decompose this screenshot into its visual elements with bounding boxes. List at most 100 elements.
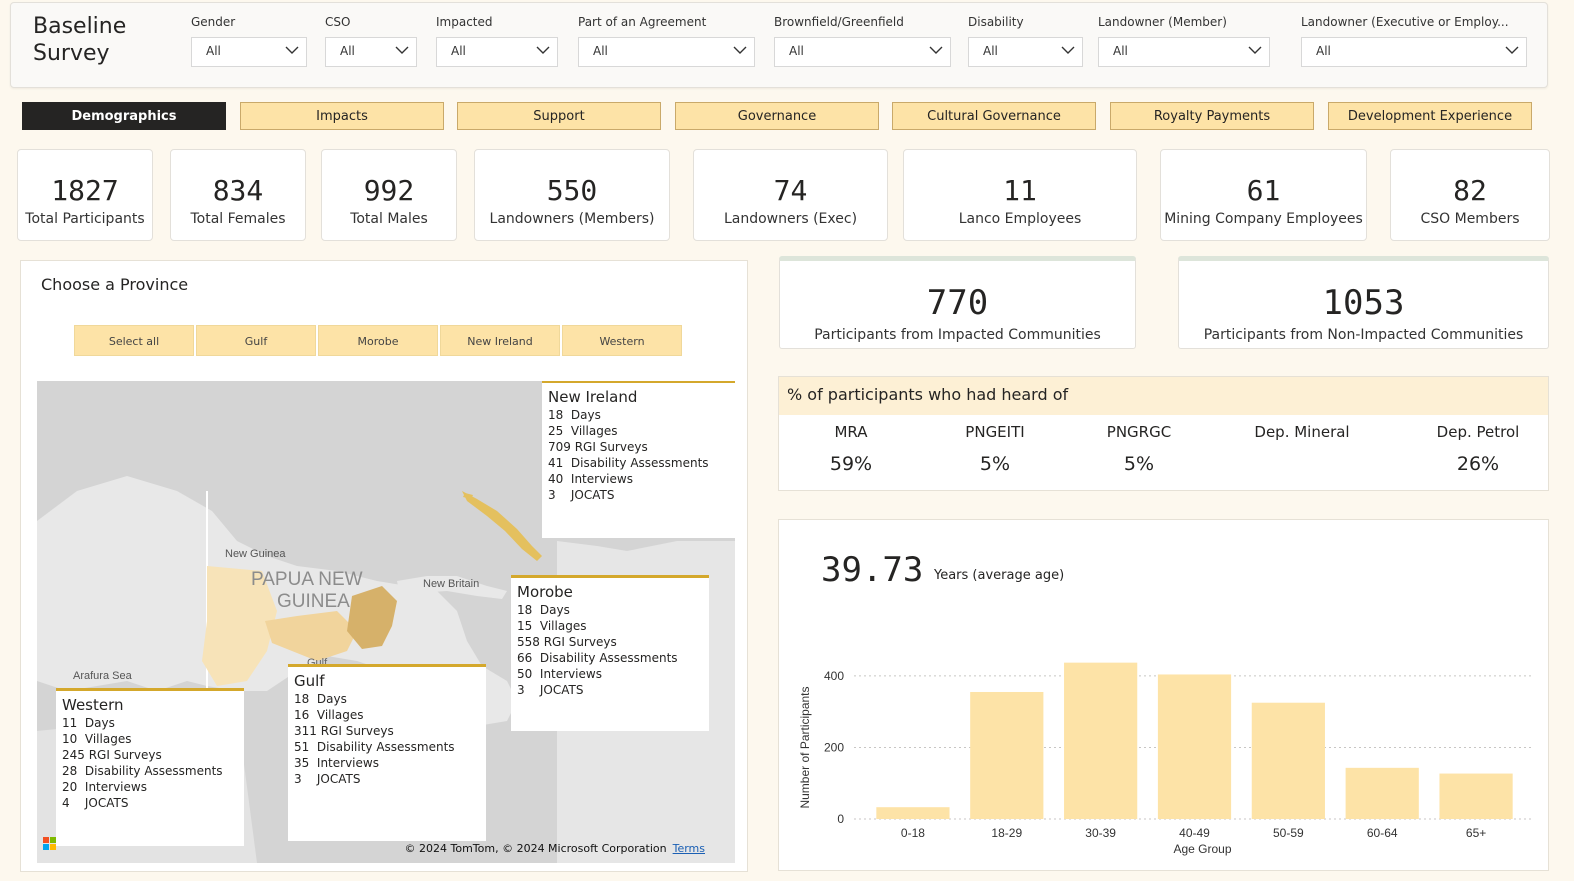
callout-title: Western [62, 696, 124, 714]
map-label-new-guinea: New Guinea [225, 548, 286, 560]
chevron-down-icon [929, 46, 943, 54]
heard-of-pct: 5% [979, 453, 1011, 475]
heard-of-dep-mineral: Dep. Mineral [1247, 423, 1357, 441]
callout-line: 558 RGI Surveys [517, 635, 617, 649]
x-tick-label: 50-59 [1273, 826, 1304, 840]
callout-title: Morobe [517, 583, 573, 601]
header-bar: Baseline Survey Gender All CSO All Impacted A… [10, 2, 1548, 88]
province-button-morobe[interactable]: Morobe [318, 325, 438, 356]
filter-label: Part of an Agreement [578, 15, 707, 29]
filter-dropdown[interactable]: All [1098, 37, 1270, 67]
filter-part-of-an-agreement: Part of an Agreement All [578, 15, 755, 67]
filter-impacted: Impacted All [436, 15, 558, 67]
tab-support[interactable]: Support [457, 102, 661, 130]
province-button-select-all[interactable]: Select all [74, 325, 194, 356]
copyright-text: © 2024 TomTom, © 2024 Microsoft Corporat… [404, 842, 667, 855]
kpi-card: 74 Landowners (Exec) [693, 149, 888, 241]
callout-line: 3 JOCATS [548, 488, 615, 502]
kpi-label: Landowners (Exec) [723, 211, 858, 227]
callout-gulf: Gulf 18 Days 16 Villages 311 RGI Surveys 51… [288, 664, 486, 841]
participants-value: 1053 [1322, 283, 1405, 323]
kpi-label: Total Participants [25, 211, 145, 227]
filter-dropdown[interactable]: All [774, 37, 951, 67]
heard-of-name: MRA [834, 423, 868, 441]
tab-demographics[interactable]: Demographics [22, 102, 226, 130]
callout-line: 20 Interviews [62, 780, 147, 794]
filter-dropdown[interactable]: All [1301, 37, 1527, 67]
callout-new-ireland: New Ireland 18 Days 25 Villages 709 RGI Su… [542, 381, 735, 538]
filter-landowner-member: Landowner (Member) All [1098, 15, 1270, 67]
tab-governance[interactable]: Governance [675, 102, 879, 130]
chevron-down-icon [285, 46, 299, 54]
y-tick-label: 400 [824, 669, 844, 683]
filter-dropdown[interactable]: All [578, 37, 755, 67]
tab-development-experience[interactable]: Development Experience [1328, 102, 1532, 130]
callout-line: 66 Disability Assessments [517, 651, 678, 665]
chevron-down-icon [1061, 46, 1075, 54]
filter-value: All [593, 44, 608, 58]
callout-line: 11 Days [62, 716, 115, 730]
callout-line: 40 Interviews [548, 472, 633, 486]
filter-value: All [789, 44, 804, 58]
kpi-label: Total Males [350, 211, 428, 227]
x-axis-label: Age Group [1173, 842, 1231, 856]
kpi-value: 61 [1246, 174, 1281, 207]
kpi-label: Landowners (Members) [489, 211, 655, 227]
callout-line: 18 Days [548, 408, 601, 422]
map-label-new-britain: New Britain [423, 578, 479, 590]
filter-value: All [206, 44, 221, 58]
tab-impacts[interactable]: Impacts [240, 102, 444, 130]
filter-brownfield-greenfield: Brownfield/Greenfield All [774, 15, 951, 67]
impacted-participants-card: 770 Participants from Impacted Communitie… [779, 256, 1136, 349]
age-chart-card: 39.73 Years (average age) 0 200 400 0-18 18-… [778, 519, 1549, 871]
kpi-card: 82 CSO Members [1390, 149, 1550, 241]
heard-of-title: % of participants who had heard of [779, 377, 1548, 415]
heard-of-name: PNGRGC [1106, 423, 1172, 441]
kpi-value: 550 [546, 174, 598, 207]
callout-line: 25 Villages [548, 424, 618, 438]
callout-line: 245 RGI Surveys [62, 748, 162, 762]
bar-40-49 [1157, 674, 1232, 819]
terms-link[interactable]: Terms [673, 842, 705, 855]
filter-label: Brownfield/Greenfield [774, 15, 904, 29]
filter-dropdown[interactable]: All [436, 37, 558, 67]
callout-line: 16 Villages [294, 708, 364, 722]
province-button-new-ireland[interactable]: New Ireland [440, 325, 560, 356]
kpi-value: 992 [363, 174, 415, 207]
province-button-gulf[interactable]: Gulf [196, 325, 316, 356]
chevron-down-icon [1248, 46, 1262, 54]
kpi-card: 550 Landowners (Members) [474, 149, 670, 241]
title-line2: Survey [33, 41, 110, 66]
callout-line: 50 Interviews [517, 667, 602, 681]
callout-line: 311 RGI Surveys [294, 724, 394, 738]
chevron-down-icon [1505, 46, 1519, 54]
callout-line: 41 Disability Assessments [548, 456, 709, 470]
participants-value: 770 [926, 283, 989, 323]
kpi-value: 74 [773, 174, 808, 207]
filter-value: All [1316, 44, 1331, 58]
filter-gender: Gender All [191, 15, 307, 67]
map-label-country2: GUINEA [277, 591, 350, 612]
heard-of-pngrgc: PNGRGC 5% [1084, 423, 1194, 475]
tab-royalty-payments[interactable]: Royalty Payments [1110, 102, 1314, 130]
participants-label: Participants from Impacted Communities [814, 327, 1101, 343]
x-tick-label: 0-18 [901, 826, 925, 840]
filter-label: Landowner (Executive or Employ... [1301, 15, 1509, 29]
filter-dropdown[interactable]: All [191, 37, 307, 67]
chevron-down-icon [395, 46, 409, 54]
kpi-card: 61 Mining Company Employees [1160, 149, 1367, 241]
x-tick-label: 65+ [1466, 826, 1486, 840]
map-label-country1: PAPUA NEW [251, 569, 363, 590]
map-copyright: © 2024 TomTom, © 2024 Microsoft Corporat… [405, 842, 706, 855]
y-tick-label: 0 [837, 812, 844, 826]
filter-cso: CSO All [325, 15, 417, 67]
filter-value: All [340, 44, 355, 58]
province-button-western[interactable]: Western [562, 325, 682, 356]
filter-value: All [983, 44, 998, 58]
filter-label: Disability [968, 15, 1024, 29]
province-map[interactable]: New Guinea PAPUA NEW GUINEA New Britain … [37, 381, 735, 863]
filter-dropdown[interactable]: All [968, 37, 1083, 67]
callout-line: 18 Days [517, 603, 570, 617]
tab-cultural-governance[interactable]: Cultural Governance [892, 102, 1096, 130]
filter-dropdown[interactable]: All [325, 37, 417, 67]
